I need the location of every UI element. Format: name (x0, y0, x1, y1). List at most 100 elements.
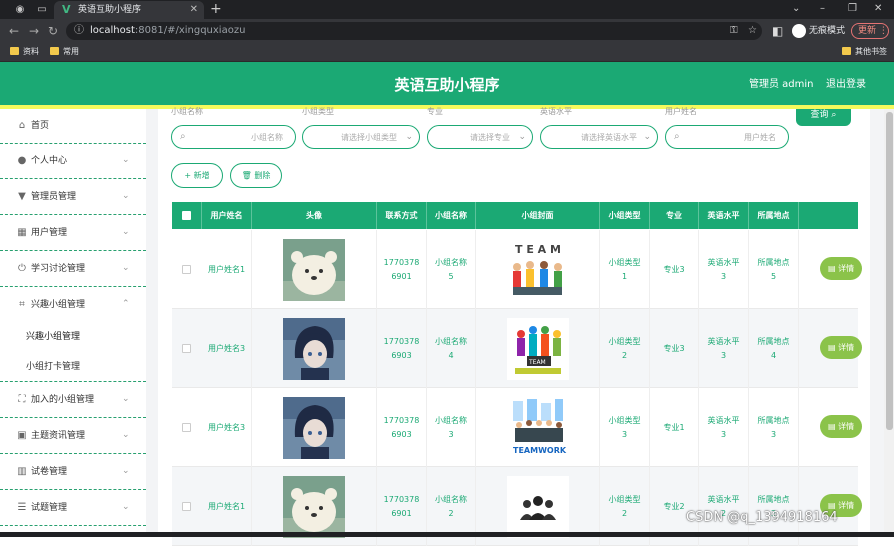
row-checkbox[interactable] (182, 502, 191, 511)
col-header-actions (799, 202, 858, 229)
col-header: 小组名称 (427, 202, 476, 229)
row-checkbox[interactable] (182, 423, 191, 432)
side-panel-icon[interactable]: ◧ (772, 24, 783, 38)
key-icon[interactable]: ⚿ (730, 24, 738, 38)
cell-user: 用户姓名3 (202, 309, 252, 388)
chevron-down-icon: ⌄ (518, 132, 526, 142)
incognito-indicator[interactable]: 无痕模式 (792, 23, 845, 39)
tab-close-icon[interactable]: ✕ (190, 3, 198, 16)
sidebar-item-home[interactable]: ⌂ 首页 (0, 109, 146, 144)
sidebar: ⌂ 首页 ● 个人中心 ⌄ ▼ 管理员管理 ⌄ ▦ 用户管理 ⌄ ⏻ 学习讨论管… (0, 109, 146, 537)
teamwork-puzzle-image: TEAM (506, 317, 569, 380)
admin-icon: ▼ (18, 191, 26, 202)
sidebar-item-label: 主题资讯管理 (31, 431, 86, 441)
select-all-checkbox[interactable] (182, 211, 191, 220)
update-button[interactable]: 更新 ⋮ (851, 23, 889, 39)
col-header: 英语水平 (699, 202, 749, 229)
cell-major: 专业1 (650, 388, 699, 467)
query-button[interactable]: 查询 ⌕ (796, 109, 851, 126)
bookmark-star-icon[interactable]: ☆ (748, 24, 757, 38)
bookmark-folder[interactable]: 常用 (50, 46, 79, 58)
restore-icon[interactable]: ❐ (848, 2, 857, 16)
tab-search-icon[interactable]: ▭ (34, 2, 50, 17)
col-header: 联系方式 (377, 202, 427, 229)
bottom-strip (0, 532, 894, 537)
sidebar-item-personal-center[interactable]: ● 个人中心 ⌄ (0, 144, 146, 179)
detail-button[interactable]: ▤ 详情 (820, 257, 862, 280)
sliders-icon: ☰ (17, 502, 27, 513)
row-checkbox[interactable] (182, 265, 191, 274)
group-type-select[interactable]: 请选择小组类型 ⌄ (302, 125, 420, 149)
filter-label-english-level: 英语水平 (540, 107, 572, 116)
col-header: 专业 (650, 202, 699, 229)
cell-user: 用户姓名3 (202, 388, 252, 467)
detail-button[interactable]: ▤ 详情 (820, 336, 862, 359)
reload-icon[interactable]: ↻ (48, 24, 58, 38)
home-icon: ⌂ (18, 120, 26, 131)
url-field[interactable]: ⓘ localhost:8081/#/xingquxiaozu ⚿ ☆ (66, 22, 762, 40)
new-tab-button[interactable]: + (210, 1, 222, 17)
back-icon[interactable]: ← (9, 24, 19, 38)
row-checkbox[interactable] (182, 344, 191, 353)
chevron-down-icon: ⌄ (122, 227, 130, 237)
bookmark-folder[interactable]: 资料 (10, 46, 39, 58)
minimize-icon[interactable]: – (820, 2, 825, 16)
placeholder: 用户姓名 (744, 133, 776, 142)
avatar (283, 475, 345, 538)
chart-icon: ▥ (17, 466, 27, 477)
cell-english-level: 英语水平3 (699, 309, 749, 388)
folder-icon (50, 47, 59, 55)
chevron-down-icon: ⌄ (122, 263, 130, 273)
filter-label-group-name: 小组名称 (171, 107, 203, 116)
sidebar-item-label: 试题管理 (31, 503, 68, 513)
add-button[interactable]: + 新增 (171, 163, 223, 188)
chrome-menu-icon[interactable]: ◉ (12, 2, 28, 17)
grid-icon: ▦ (17, 227, 27, 238)
avatar (283, 317, 345, 380)
vue-logo-icon: V (62, 3, 71, 16)
major-select[interactable]: 请选择专业 ⌄ (427, 125, 533, 149)
sidebar-item-papers[interactable]: ▥ 试卷管理 ⌄ (0, 455, 146, 490)
cell-group-name: 小组名称4 (427, 309, 476, 388)
incognito-icon (792, 23, 806, 38)
forward-icon[interactable]: → (29, 24, 39, 38)
tab-list-icon[interactable]: ⌄ (792, 2, 800, 16)
sidebar-item-label: 个人中心 (31, 156, 68, 166)
sidebar-item-discussion[interactable]: ⏻ 学习讨论管理 ⌄ (0, 252, 146, 287)
cell-avatar (252, 230, 377, 309)
scrollbar-thumb[interactable] (886, 112, 893, 430)
tab-active[interactable]: V 英语互助小程序 ✕ (54, 1, 204, 19)
cell-cover: T E A M (476, 230, 600, 309)
team-people-image: T E A M (506, 238, 569, 301)
anime-boy-avatar-image (283, 317, 345, 380)
sidebar-item-news[interactable]: ▣ 主题资讯管理 ⌄ (0, 419, 146, 454)
clipboard-icon: ▣ (17, 430, 27, 441)
close-window-icon[interactable]: ✕ (874, 2, 882, 16)
admin-label: 管理员 admin (749, 79, 814, 90)
sidebar-item-interest-group[interactable]: ⌗ 兴趣小组管理 ⌃ (0, 288, 146, 323)
delete-button[interactable]: 🗑 删除 (230, 163, 282, 188)
cell-group-type: 小组类型3 (600, 388, 650, 467)
folder-icon (842, 47, 851, 55)
app-header: 英语互助小程序 管理员 admin 退出登录 (0, 62, 894, 105)
sidebar-subitem-checkin[interactable]: 小组打卡管理 (0, 351, 146, 382)
sidebar-item-questions[interactable]: ☰ 试题管理 ⌄ (0, 491, 146, 526)
cell-avatar (252, 388, 377, 467)
site-info-icon[interactable]: ⓘ (74, 24, 84, 38)
other-bookmarks[interactable]: 其他书签 (842, 46, 887, 58)
filter-label-group-type: 小组类型 (302, 107, 334, 116)
sidebar-item-joined-groups[interactable]: ⛶ 加入的小组管理 ⌄ (0, 383, 146, 418)
sidebar-item-users[interactable]: ▦ 用户管理 ⌄ (0, 216, 146, 251)
sidebar-subitem-interest-group[interactable]: 兴趣小组管理 (0, 321, 146, 352)
user-name-input[interactable]: ⌕ 用户姓名 (665, 125, 789, 149)
sidebar-item-admin[interactable]: ▼ 管理员管理 ⌄ (0, 180, 146, 215)
sidebar-item-label: 试卷管理 (31, 467, 68, 477)
group-name-input[interactable]: ⌕ 小组名称 (171, 125, 296, 149)
address-bar: ← → ↻ ⓘ localhost:8081/#/xingquxiaozu ⚿ … (0, 19, 894, 43)
filter-label-major: 专业 (427, 107, 443, 116)
english-level-select[interactable]: 请选择英语水平 ⌄ (540, 125, 658, 149)
cell-group-type: 小组类型2 (600, 309, 650, 388)
chevron-down-icon: ⌄ (122, 191, 130, 201)
detail-button[interactable]: ▤ 详情 (820, 415, 862, 438)
logout-link[interactable]: 退出登录 (826, 78, 866, 91)
